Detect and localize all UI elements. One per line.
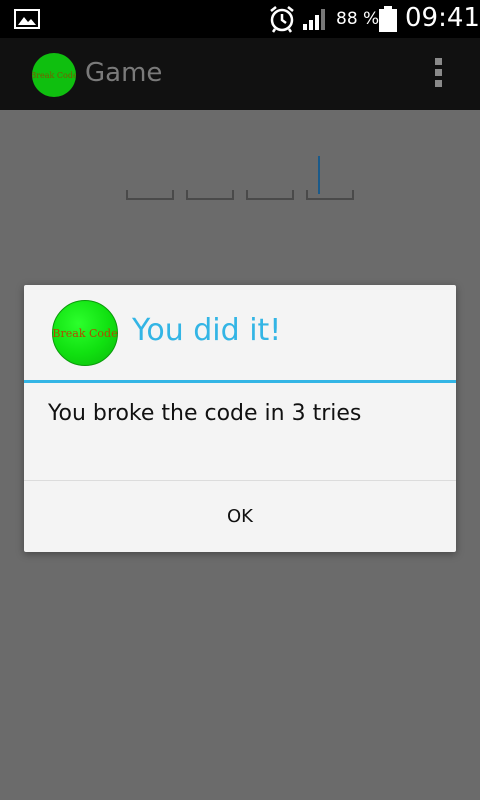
dialog-message: You broke the code in 3 tries [48,401,362,426]
app-logo-text: Break Code [32,70,76,80]
code-digit-field-4[interactable] [306,150,354,200]
break-code-logo-icon: Break Code [52,300,118,366]
status-time: 09:41 [405,3,480,33]
code-digit-field-2[interactable] [186,150,234,200]
app-logo[interactable]: Break Code [32,53,76,97]
battery-percent: 88 % [336,9,380,29]
action-bar: Break Code Game [0,38,480,110]
code-digit-field-3[interactable] [246,150,294,200]
status-bar: 88 % 09:41 [0,0,480,38]
alarm-icon [270,6,294,33]
battery-icon [379,6,397,32]
app-title: Game [85,58,163,88]
ok-button[interactable]: OK [24,481,456,552]
dialog-title: You did it! [132,313,282,348]
success-dialog: Break Code You did it! You broke the cod… [24,285,456,552]
text-cursor [318,156,320,194]
code-digit-field-1[interactable] [126,150,174,200]
dialog-icon-text: Break Code [52,326,118,340]
signal-icon [303,9,325,30]
dialog-title-divider [24,380,456,383]
gallery-icon [14,9,40,29]
overflow-menu-icon[interactable] [428,58,448,92]
